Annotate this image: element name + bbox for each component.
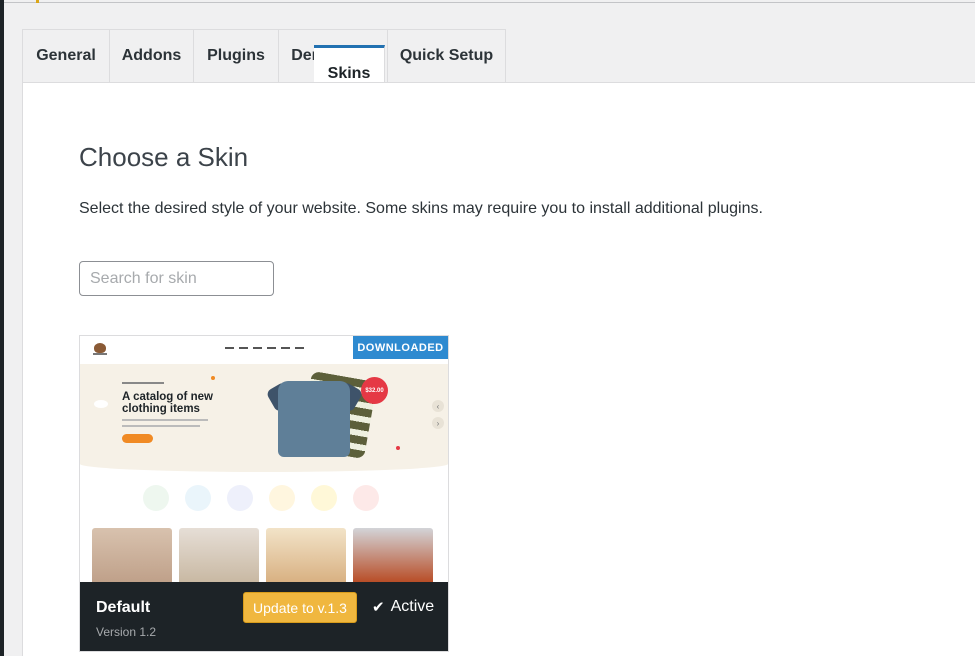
update-skin-button[interactable]: Update to v.1.3 (243, 592, 357, 623)
brand-logo-icon (311, 485, 337, 511)
skin-card-footer: Default Version 1.2 Update to v.1.3 ✔ Ac… (80, 582, 448, 651)
top-divider (4, 0, 975, 3)
skin-card-default: DOWNLOADED A catalog of new clothing ite… (79, 335, 449, 652)
blue-shirt-image (278, 381, 350, 457)
preview-hero-kicker (122, 382, 164, 384)
skin-version: Version 1.2 (96, 625, 157, 639)
page-title: Choose a Skin (79, 142, 249, 172)
child-photo (353, 528, 433, 582)
brand-logo-icon (143, 485, 169, 511)
child-photo (92, 528, 172, 582)
heart-decor (396, 446, 400, 450)
brand-logo-icon (353, 485, 379, 511)
top-accent-mark (36, 0, 39, 3)
preview-hero-copy-line (122, 425, 200, 427)
brand-logo-icon (94, 343, 106, 353)
cloud-decor (94, 400, 108, 408)
price-badge: $32.00 (361, 377, 388, 404)
tab-quick-setup[interactable]: Quick Setup (388, 29, 506, 83)
chevron-left-icon: ‹ (432, 400, 444, 412)
admin-menu-edge (0, 0, 4, 656)
checkmark-icon: ✔ (372, 599, 385, 616)
decor-dot (211, 376, 215, 380)
tab-addons[interactable]: Addons (110, 29, 194, 83)
brand-logo-icon (227, 485, 253, 511)
active-label: Active (390, 598, 435, 615)
brand-logo-icon (269, 485, 295, 511)
child-photo (179, 528, 259, 582)
downloaded-badge: DOWNLOADED (353, 336, 448, 359)
brand-logo-icon (185, 485, 211, 511)
chevron-right-icon: › (432, 417, 444, 429)
preview-shop-button (122, 434, 153, 443)
skin-preview-image[interactable]: DOWNLOADED A catalog of new clothing ite… (80, 336, 448, 582)
tab-general[interactable]: General (22, 29, 110, 83)
preview-hero-title: A catalog of new clothing items (122, 391, 213, 415)
preview-hero-copy-line (122, 419, 208, 421)
preview-photo-row (92, 528, 433, 582)
page-description: Select the desired style of your website… (79, 200, 763, 217)
preview-brand-logos (143, 485, 379, 511)
settings-tabs: General Addons Skins Plugins Demo Data Q… (22, 29, 506, 99)
skin-search-input[interactable] (79, 261, 274, 296)
tab-plugins[interactable]: Plugins (194, 29, 279, 83)
skin-name: Default (96, 599, 151, 616)
preview-nav (225, 347, 304, 349)
preview-hero (80, 364, 448, 472)
skin-active-status: ✔ Active (372, 598, 434, 616)
child-photo (266, 528, 346, 582)
preview-brand-text (93, 353, 107, 355)
